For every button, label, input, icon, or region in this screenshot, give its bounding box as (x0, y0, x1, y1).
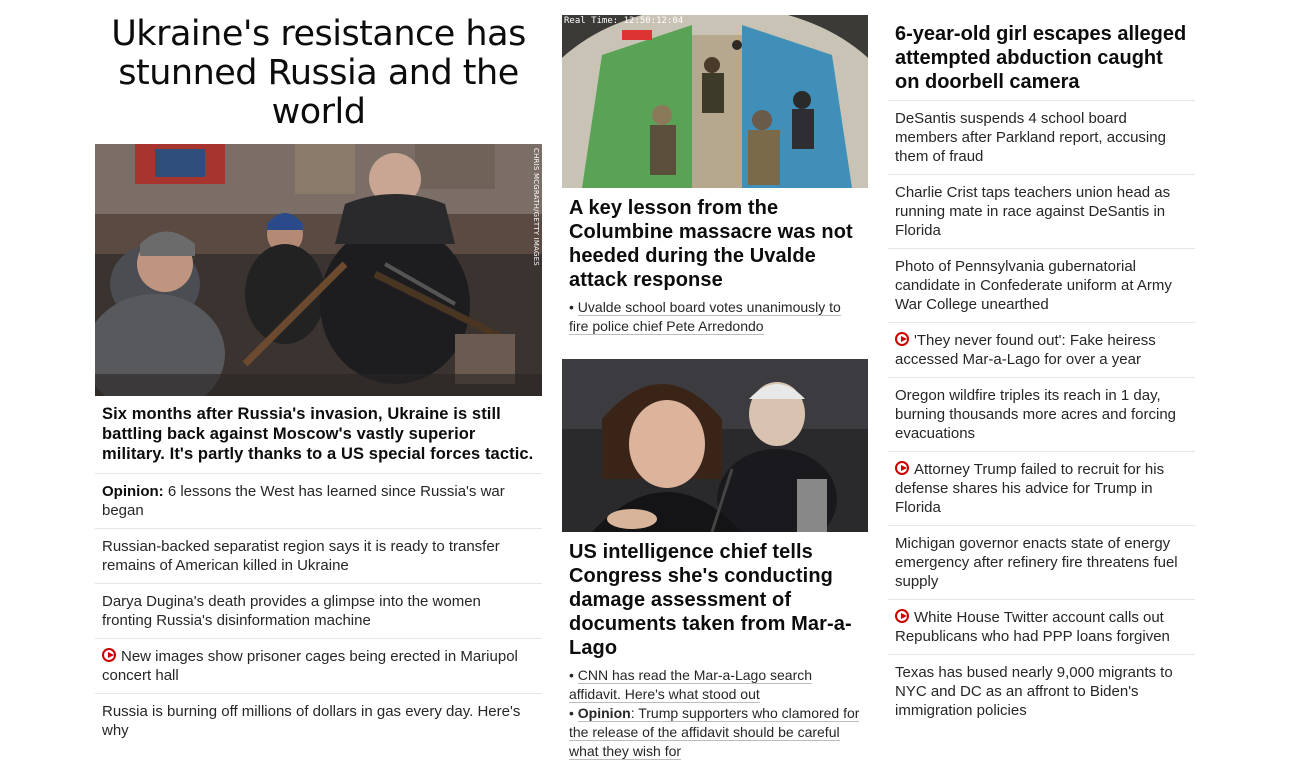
abduction-headline[interactable]: 6-year-old girl escapes alleged attempte… (888, 0, 1195, 101)
list-item[interactable]: Opinion: 6 lessons the West has learned … (95, 474, 542, 529)
haines-photo-image (562, 359, 868, 532)
list-item-text: 'They never found out': Fake heiress acc… (895, 332, 1156, 368)
main-headline[interactable]: Ukraine's resistance has stunned Russia … (95, 0, 542, 144)
list-item[interactable]: Michigan governor enacts state of energy… (888, 526, 1195, 600)
uvalde-sublink-text[interactable]: Uvalde school board votes unanimously to… (569, 299, 841, 335)
list-item-text: White House Twitter account calls out Re… (895, 609, 1170, 645)
list-item-text: Darya Dugina's death provides a glimpse … (102, 593, 481, 629)
list-item-text: Charlie Crist taps teachers union head a… (895, 184, 1171, 239)
ukraine-photo-image (95, 144, 542, 396)
list-item-text: Photo of Pennsylvania gubernatorial cand… (895, 258, 1172, 313)
list-item-text: Oregon wildfire triples its reach in 1 d… (895, 387, 1177, 442)
camera-timestamp: Real Time: 12:50:12:04 (564, 16, 684, 26)
list-item[interactable]: Darya Dugina's death provides a glimpse … (95, 584, 542, 639)
list-item-text: New images show prisoner cages being ere… (102, 648, 518, 684)
photo-credit: CHRIS MCGRATH/GETTY IMAGES (532, 148, 540, 266)
list-item[interactable]: Russia is burning off millions of dollar… (95, 694, 542, 748)
affidavit-sublink[interactable]: • CNN has read the Mar-a-Lago search aff… (562, 666, 868, 704)
main-headline-link[interactable]: Ukraine's resistance has stunned Russia … (111, 14, 526, 132)
affidavit-sublink-text[interactable]: CNN has read the Mar-a-Lago search affid… (569, 667, 813, 703)
list-item-text: Russian-backed separatist region says it… (102, 538, 500, 574)
lead-summary-link[interactable]: Six months after Russia's invasion, Ukra… (102, 405, 533, 463)
uvalde-sublink[interactable]: • Uvalde school board votes unanimously … (562, 298, 868, 336)
list-item[interactable]: 'They never found out': Fake heiress acc… (888, 323, 1195, 378)
list-item[interactable]: White House Twitter account calls out Re… (888, 600, 1195, 655)
middle-column: Real Time: 12:50:12:04 A key lesson from… (562, 0, 868, 761)
haines-photo[interactable] (562, 359, 868, 532)
uvalde-photo[interactable]: Real Time: 12:50:12:04 (562, 15, 868, 188)
list-item[interactable]: Russian-backed separatist region says it… (95, 529, 542, 584)
opinion-label: Opinion: (102, 483, 164, 500)
list-item[interactable]: New images show prisoner cages being ere… (95, 639, 542, 694)
opinion-label: Opinion (577, 705, 631, 721)
opinion-sublink[interactable]: • Opinion: Trump supporters who clamored… (562, 704, 868, 761)
list-item[interactable]: Oregon wildfire triples its reach in 1 d… (888, 378, 1195, 452)
list-item[interactable]: Photo of Pennsylvania gubernatorial cand… (888, 249, 1195, 323)
list-item-text: Michigan governor enacts state of energy… (895, 535, 1178, 590)
list-item-text: Attorney Trump failed to recruit for his… (895, 461, 1165, 516)
video-play-icon (895, 461, 909, 475)
list-item[interactable]: Attorney Trump failed to recruit for his… (888, 452, 1195, 526)
video-play-icon (102, 648, 116, 662)
list-item-text: Texas has bused nearly 9,000 migrants to… (895, 664, 1173, 719)
video-play-icon (895, 609, 909, 623)
uvalde-headline-link[interactable]: A key lesson from the Columbine massacre… (569, 197, 853, 291)
abduction-headline-link[interactable]: 6-year-old girl escapes alleged attempte… (895, 23, 1186, 93)
list-item[interactable]: Texas has bused nearly 9,000 migrants to… (888, 655, 1195, 728)
video-play-icon (895, 332, 909, 346)
uvalde-headline[interactable]: A key lesson from the Columbine massacre… (562, 188, 868, 298)
lead-summary[interactable]: Six months after Russia's invasion, Ukra… (95, 396, 542, 474)
uvalde-photo-image (562, 15, 868, 188)
list-item[interactable]: Charlie Crist taps teachers union head a… (888, 175, 1195, 249)
left-column: Ukraine's resistance has stunned Russia … (95, 0, 542, 748)
intelligence-headline-link[interactable]: US intelligence chief tells Congress she… (569, 541, 852, 659)
list-item-text: Russia is burning off millions of dollar… (102, 703, 521, 739)
right-column: 6-year-old girl escapes alleged attempte… (888, 0, 1195, 728)
intelligence-headline[interactable]: US intelligence chief tells Congress she… (562, 532, 868, 666)
ukraine-photo[interactable]: CHRIS MCGRATH/GETTY IMAGES (95, 144, 542, 396)
list-item-text: DeSantis suspends 4 school board members… (895, 110, 1166, 165)
list-item[interactable]: DeSantis suspends 4 school board members… (888, 101, 1195, 175)
